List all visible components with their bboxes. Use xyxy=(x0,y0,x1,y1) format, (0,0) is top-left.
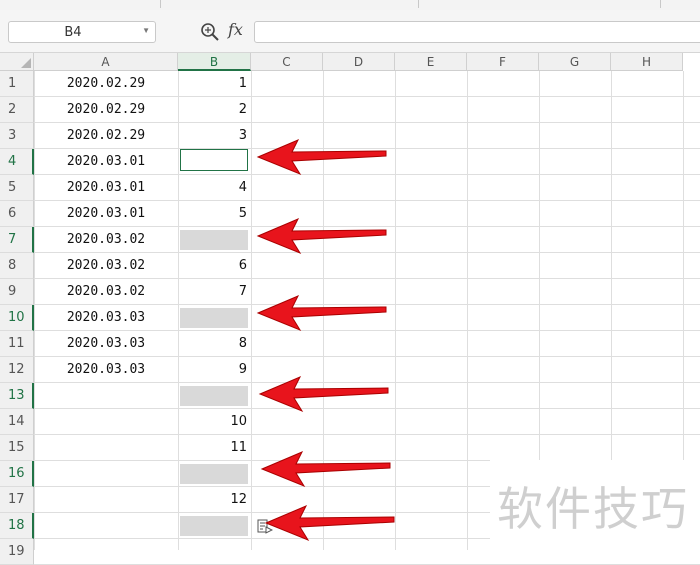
grid-column-line xyxy=(467,71,468,550)
column-header-d[interactable]: D xyxy=(323,53,395,71)
row-header-13[interactable]: 13 xyxy=(0,383,34,409)
name-box-value: B4 xyxy=(64,25,82,40)
cell-a10[interactable]: 2020.03.03 xyxy=(34,305,178,331)
red-arrow-icon xyxy=(260,451,391,488)
select-all-button[interactable] xyxy=(0,53,34,71)
cell-a2[interactable]: 2020.02.29 xyxy=(34,97,178,123)
red-arrow-icon xyxy=(256,218,387,255)
cell-b8[interactable]: 6 xyxy=(178,253,251,279)
cell-a17[interactable] xyxy=(34,487,178,513)
watermark-text: 软件技巧 xyxy=(497,482,689,536)
name-box[interactable]: B4 ▼ xyxy=(8,21,156,43)
cell-b19[interactable] xyxy=(178,539,251,565)
cell-b16[interactable] xyxy=(178,461,251,487)
cell-b12[interactable]: 9 xyxy=(178,357,251,383)
ribbon-separator xyxy=(418,0,419,8)
cell-b5[interactable]: 4 xyxy=(178,175,251,201)
chevron-down-icon[interactable]: ▼ xyxy=(142,26,150,35)
row-header-1[interactable]: 1 xyxy=(0,71,34,97)
cell-a9[interactable]: 2020.03.02 xyxy=(34,279,178,305)
cell-b2[interactable]: 2 xyxy=(178,97,251,123)
ribbon-separator xyxy=(160,0,161,8)
column-header-f[interactable]: F xyxy=(467,53,539,71)
cell-b14[interactable]: 10 xyxy=(178,409,251,435)
red-arrow-icon xyxy=(258,376,389,413)
active-cell-b4[interactable] xyxy=(180,149,248,171)
column-header-e[interactable]: E xyxy=(395,53,467,71)
grid-column-line xyxy=(395,71,396,550)
row-header-2[interactable]: 2 xyxy=(0,97,34,123)
cell-a14[interactable] xyxy=(34,409,178,435)
row-header-7[interactable]: 7 xyxy=(0,227,34,253)
row-header-19[interactable]: 19 xyxy=(0,539,34,565)
cell-a6[interactable]: 2020.03.01 xyxy=(34,201,178,227)
column-header-h[interactable]: H xyxy=(611,53,683,71)
cell-a13[interactable] xyxy=(34,383,178,409)
cell-a5[interactable]: 2020.03.01 xyxy=(34,175,178,201)
fx-icon[interactable]: fx xyxy=(228,20,243,39)
red-arrow-icon xyxy=(264,505,395,542)
red-arrow-icon xyxy=(256,139,387,176)
cell-a8[interactable]: 2020.03.02 xyxy=(34,253,178,279)
row-header-14[interactable]: 14 xyxy=(0,409,34,435)
cell-b17[interactable]: 12 xyxy=(178,487,251,513)
row-header-5[interactable]: 5 xyxy=(0,175,34,201)
cell-a15[interactable] xyxy=(34,435,178,461)
column-header-b[interactable]: B xyxy=(178,53,251,71)
red-arrow-icon xyxy=(256,295,387,332)
row-header-6[interactable]: 6 xyxy=(0,201,34,227)
cell-b1[interactable]: 1 xyxy=(178,71,251,97)
cell-b18[interactable] xyxy=(178,513,251,539)
formula-bar: B4 ▼ fx xyxy=(0,10,700,53)
formula-input[interactable] xyxy=(254,21,700,43)
cell-a1[interactable]: 2020.02.29 xyxy=(34,71,178,97)
column-header-c[interactable]: C xyxy=(251,53,323,71)
ribbon-separator xyxy=(660,0,661,8)
cell-b7[interactable] xyxy=(178,227,251,253)
cell-b10[interactable] xyxy=(178,305,251,331)
column-header-a[interactable]: A xyxy=(34,53,178,71)
select-all-icon xyxy=(21,58,31,68)
row-header-16[interactable]: 16 xyxy=(0,461,34,487)
cell-b6[interactable]: 5 xyxy=(178,201,251,227)
row-header-11[interactable]: 11 xyxy=(0,331,34,357)
cell-a7[interactable]: 2020.03.02 xyxy=(34,227,178,253)
row-header-15[interactable]: 15 xyxy=(0,435,34,461)
column-header-g[interactable]: G xyxy=(539,53,611,71)
cell-b15[interactable]: 11 xyxy=(178,435,251,461)
cell-a18[interactable] xyxy=(34,513,178,539)
cell-b13[interactable] xyxy=(178,383,251,409)
cell-a19[interactable] xyxy=(34,539,178,565)
zoom-formula-icon[interactable] xyxy=(200,22,220,42)
row-header-4[interactable]: 4 xyxy=(0,149,34,175)
cell-a3[interactable]: 2020.02.29 xyxy=(34,123,178,149)
grid-column-line xyxy=(251,71,252,550)
cell-a16[interactable] xyxy=(34,461,178,487)
cell-a12[interactable]: 2020.03.03 xyxy=(34,357,178,383)
cell-a11[interactable]: 2020.03.03 xyxy=(34,331,178,357)
cell-a4[interactable]: 2020.03.01 xyxy=(34,149,178,175)
row-header-18[interactable]: 18 xyxy=(0,513,34,539)
row-header-3[interactable]: 3 xyxy=(0,123,34,149)
row-header-17[interactable]: 17 xyxy=(0,487,34,513)
row-header-12[interactable]: 12 xyxy=(0,357,34,383)
cell-b3[interactable]: 3 xyxy=(178,123,251,149)
cell-b11[interactable]: 8 xyxy=(178,331,251,357)
cell-b9[interactable]: 7 xyxy=(178,279,251,305)
row-header-8[interactable]: 8 xyxy=(0,253,34,279)
row-header-10[interactable]: 10 xyxy=(0,305,34,331)
row-header-9[interactable]: 9 xyxy=(0,279,34,305)
